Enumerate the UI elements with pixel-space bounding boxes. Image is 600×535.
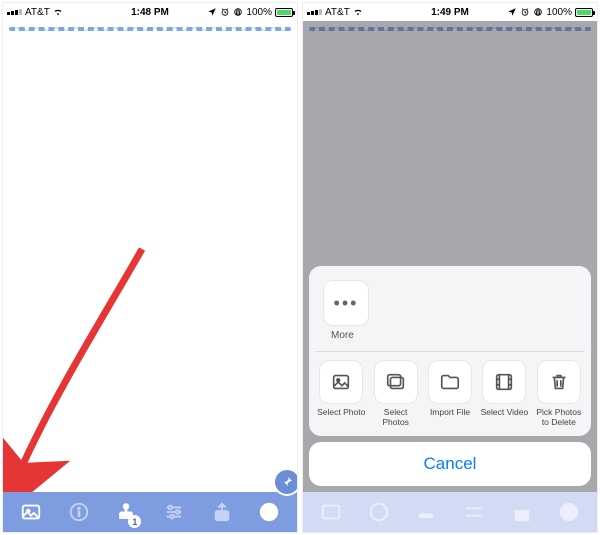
pin-button[interactable] (275, 470, 298, 494)
help-button (545, 492, 593, 532)
info-button[interactable] (55, 492, 103, 532)
photos-stack-icon (385, 371, 407, 393)
wifi-icon (353, 7, 363, 17)
battery-pct-label: 100% (546, 7, 572, 18)
info-button (355, 492, 403, 532)
annotation-arrow (3, 21, 297, 492)
alarm-icon (520, 7, 530, 17)
status-bar: AT&T 1:48 PM 100% (3, 3, 297, 21)
sheet-more-row: ••• More (315, 276, 585, 352)
photo-icon (330, 371, 352, 393)
signal-icon (307, 9, 322, 15)
battery-icon (575, 8, 593, 17)
photos-button[interactable] (7, 492, 55, 532)
rotation-lock-icon (233, 7, 243, 17)
location-icon (207, 7, 217, 17)
stamp-button[interactable]: 1 (102, 492, 150, 532)
rotation-lock-icon (533, 7, 543, 17)
editor-canvas[interactable]: Welcome to iWatermark+ © 2017 Plum Amazi… (9, 27, 291, 31)
pick-delete-button[interactable]: Pick Photos to Delete (533, 360, 585, 428)
sliders-button[interactable] (150, 492, 198, 532)
battery-pct-label: 100% (246, 7, 272, 18)
import-file-button[interactable]: Import File (424, 360, 476, 428)
select-photo-button[interactable]: Select Photo (315, 360, 367, 428)
alarm-icon (220, 7, 230, 17)
more-label: More (331, 330, 354, 341)
signal-icon (7, 9, 22, 15)
bottom-toolbar (303, 492, 597, 532)
folder-icon (439, 371, 461, 393)
share-button (498, 492, 546, 532)
phone-right: AT&T 1:49 PM 100% Welcome to iWatermark+ (302, 2, 598, 533)
stamp-badge: 1 (128, 515, 141, 528)
cancel-button[interactable]: Cancel (309, 442, 591, 486)
wifi-icon (53, 7, 63, 17)
bottom-toolbar: 1 (3, 492, 297, 532)
help-button[interactable] (245, 492, 293, 532)
action-sheet: ••• More Select Photo Select Photos Impo… (309, 266, 591, 486)
select-video-button[interactable]: Select Video (478, 360, 530, 428)
share-button[interactable] (198, 492, 246, 532)
battery-icon (275, 8, 293, 17)
sliders-button (450, 492, 498, 532)
select-photos-button[interactable]: Select Photos (369, 360, 421, 428)
status-bar: AT&T 1:49 PM 100% (303, 3, 597, 21)
stamp-button (402, 492, 450, 532)
trash-icon (548, 371, 570, 393)
more-button[interactable]: ••• (323, 280, 369, 326)
carrier-label: AT&T (325, 7, 350, 18)
location-icon (507, 7, 517, 17)
carrier-label: AT&T (25, 7, 50, 18)
photos-button (307, 492, 355, 532)
film-icon (493, 371, 515, 393)
phone-left: AT&T 1:48 PM 100% Welcome to iWatermark+ (2, 2, 298, 533)
